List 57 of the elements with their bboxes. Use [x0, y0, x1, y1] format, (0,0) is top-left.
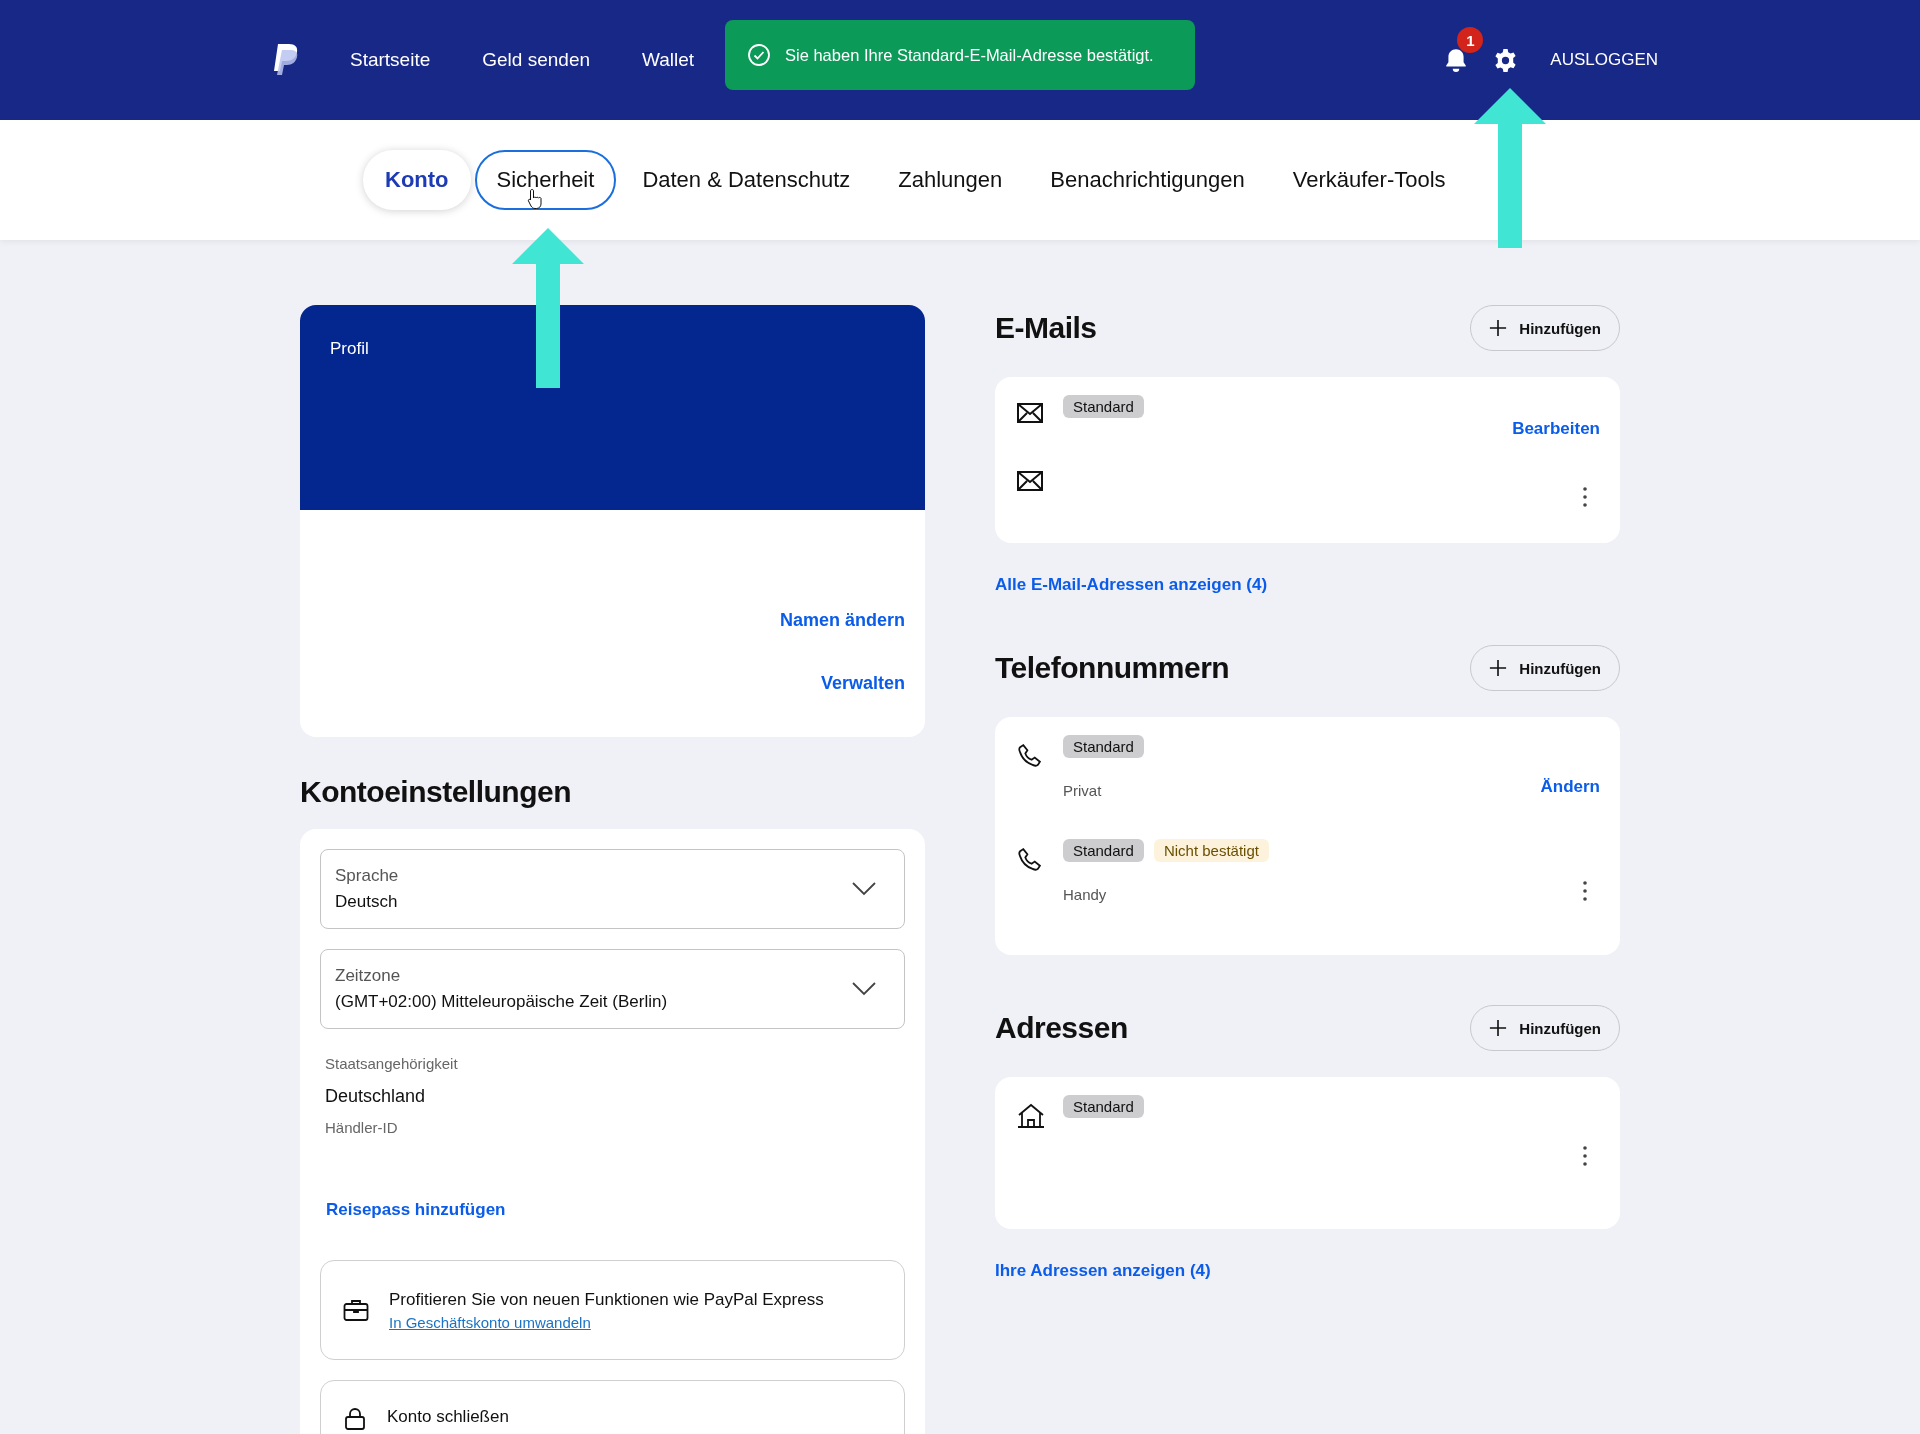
field-label: Staatsangehörigkeit: [325, 1055, 458, 1072]
default-badge: Standard: [1063, 1095, 1144, 1118]
tab[interactable]: Konto: [363, 150, 471, 210]
plus-icon: [1489, 1019, 1508, 1037]
default-badge: Standard: [1063, 395, 1144, 418]
plus-icon: [1489, 659, 1508, 677]
tab[interactable]: Daten & Datenschutz: [620, 150, 873, 210]
field-value: Deutschland: [325, 1086, 426, 1107]
phone-type: Handy: [1063, 886, 1108, 903]
lock-icon: [343, 1407, 367, 1431]
section-heading: E-Mails: [995, 311, 1097, 345]
phone-icon: [1017, 743, 1042, 768]
envelope-icon: [1017, 403, 1043, 423]
close-account-box[interactable]: Konto schließen: [320, 1380, 905, 1434]
hand-cursor-icon: [527, 188, 543, 210]
logo-icon[interactable]: [272, 43, 300, 77]
plus-icon: [1489, 319, 1508, 337]
tab[interactable]: Benachrichtigungen: [1028, 150, 1267, 210]
notification-badge: 1: [1457, 27, 1484, 53]
show-all-link[interactable]: Ihre Adressen anzeigen (4): [995, 1261, 1211, 1281]
tab[interactable]: Verkäufer-Tools: [1270, 150, 1468, 210]
chevron-down-icon: [852, 882, 876, 896]
profile-link[interactable]: Verwalten: [820, 673, 905, 694]
profile-title: Profil: [330, 339, 369, 358]
nav-link[interactable]: Wallet: [642, 49, 695, 71]
tab[interactable]: Zahlungen: [876, 150, 1025, 210]
select-field[interactable]: Sprache Deutsch: [320, 849, 905, 929]
check-circle-icon: [747, 43, 771, 67]
nav-link[interactable]: Geld senden: [482, 49, 590, 71]
profile-link[interactable]: Namen ändern: [779, 610, 905, 631]
close-account-text: Konto schließen: [387, 1407, 509, 1427]
status-badge: Nicht bestätigt: [1153, 839, 1269, 862]
section-heading: Telefonnummern: [995, 651, 1230, 685]
more-options-icon[interactable]: [1582, 880, 1588, 902]
section-heading: Adressen: [995, 1011, 1128, 1045]
toast-message: Sie haben Ihre Standard-E-Mail-Adresse bestätigt.: [785, 45, 1154, 65]
house-icon: [1017, 1103, 1045, 1129]
edit-link[interactable]: Bearbeiten: [1512, 419, 1600, 439]
phone-icon: [1017, 847, 1042, 872]
envelope-icon: [1017, 471, 1043, 491]
nav-link[interactable]: Startseite: [350, 49, 431, 71]
more-options-icon[interactable]: [1582, 1145, 1588, 1167]
show-all-link[interactable]: Alle E-Mail-Adressen anzeigen (4): [995, 575, 1268, 595]
passport-link[interactable]: Reisepass hinzufügen: [326, 1200, 506, 1220]
default-badge: Standard: [1063, 839, 1144, 862]
logout-link[interactable]: AUSLOGGEN: [1550, 50, 1658, 70]
default-badge: Standard: [1063, 735, 1144, 758]
chevron-down-icon: [852, 982, 876, 996]
edit-link[interactable]: Ändern: [1540, 777, 1600, 797]
briefcase-icon: [343, 1298, 369, 1322]
convert-link[interactable]: In Geschäftskonto umwandeln: [389, 1313, 591, 1331]
select-field[interactable]: Zeitzone (GMT+02:00) Mitteleuropäische Zeit (Berlin): [320, 949, 905, 1029]
promo-text: Profitieren Sie von neuen Funktionen wie PayPal Express: [389, 1289, 824, 1310]
more-options-icon[interactable]: [1582, 486, 1588, 508]
section-heading: Kontoeinstellungen: [300, 775, 572, 809]
phone-type: Privat: [1063, 782, 1103, 799]
field-label: Händler-ID: [325, 1119, 398, 1136]
